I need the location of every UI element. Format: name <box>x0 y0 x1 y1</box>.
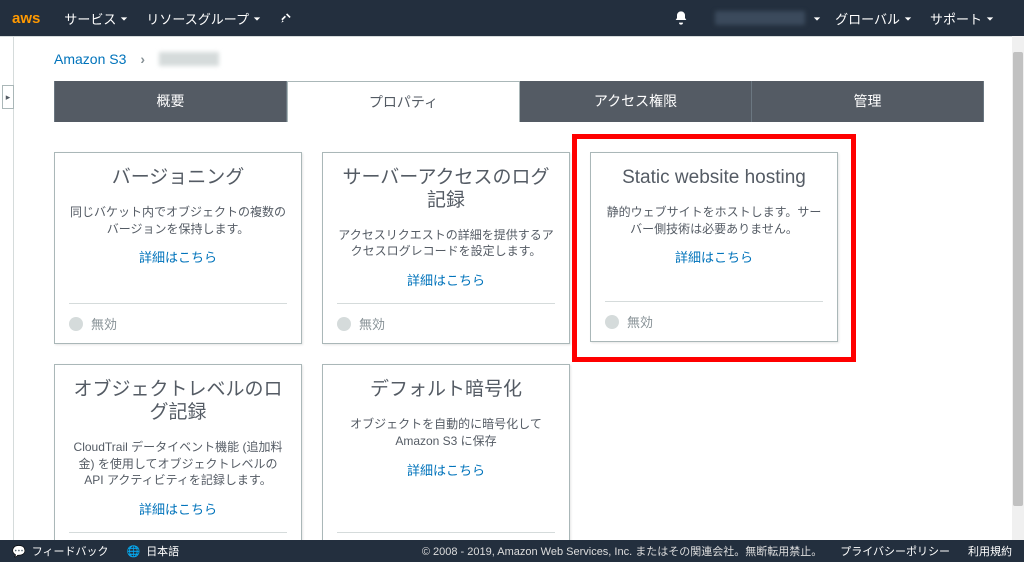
card-static-website-hosting[interactable]: Static website hosting 静的ウェブサイトをホストします。サ… <box>590 152 838 342</box>
notifications-icon[interactable] <box>673 10 689 26</box>
card-status: 無効 <box>605 301 823 331</box>
pin-icon[interactable] <box>279 11 293 25</box>
tab-management[interactable]: 管理 <box>752 81 984 122</box>
breadcrumb-bucket[interactable] <box>159 52 219 66</box>
card-desc: 静的ウェブサイトをホストします。サーバー側技術は必要ありません。 <box>605 204 823 238</box>
region-label: グローバル <box>835 9 900 28</box>
card-status: 無効 <box>337 532 555 540</box>
properties-cards: バージョニング 同じバケット内でオブジェクトの複数のバージョンを保持します。 詳… <box>14 122 1024 540</box>
side-panel-collapsed: ▸ <box>0 37 14 540</box>
card-default-encryption[interactable]: デフォルト暗号化 オブジェクトを自動的に暗号化して Amazon S3 に保存 … <box>322 364 570 540</box>
card-title: サーバーアクセスのログ記録 <box>337 167 555 213</box>
card-title: オブジェクトレベルのログ記録 <box>69 379 287 425</box>
region-menu[interactable]: グローバル <box>835 9 912 28</box>
card-title: デフォルト暗号化 <box>337 379 555 402</box>
card-static-website-hosting-wrapper: Static website hosting 静的ウェブサイトをホストします。サ… <box>590 152 838 344</box>
tab-overview[interactable]: 概要 <box>54 81 287 122</box>
breadcrumb-separator: › <box>140 51 145 67</box>
status-text: 無効 <box>91 314 117 333</box>
card-learn-more-link[interactable]: 詳細はこちら <box>69 247 287 266</box>
language-selector[interactable]: 🌐 日本語 <box>126 543 179 559</box>
card-desc: CloudTrail データイベント機能 (追加料金) を使用してオブジェクトレ… <box>69 439 287 489</box>
card-server-access-logging[interactable]: サーバーアクセスのログ記録 アクセスリクエストの詳細を提供するアクセスログレコー… <box>322 152 570 344</box>
main-area: Amazon S3 › 概要 プロパティ アクセス権限 管理 バージョニング 同… <box>14 37 1024 540</box>
status-dot-icon <box>69 317 83 331</box>
services-menu[interactable]: サービス <box>64 9 128 28</box>
card-title: Static website hosting <box>605 167 823 190</box>
breadcrumb-service[interactable]: Amazon S3 <box>54 51 126 67</box>
feedback-label: フィードバック <box>32 543 109 559</box>
card-status: 無効 <box>69 532 287 540</box>
content-wrap: ▸ Amazon S3 › 概要 プロパティ アクセス権限 管理 バージョニング… <box>0 36 1024 540</box>
bucket-tabs: 概要 プロパティ アクセス権限 管理 <box>54 81 984 122</box>
globe-icon: 🌐 <box>126 545 140 558</box>
support-menu[interactable]: サポート <box>930 9 994 28</box>
status-dot-icon <box>605 315 619 329</box>
speech-bubble-icon: 💬 <box>12 545 26 558</box>
card-title: バージョニング <box>69 167 287 190</box>
feedback-link[interactable]: 💬 フィードバック <box>12 543 108 559</box>
terms-link[interactable]: 利用規約 <box>968 543 1012 559</box>
card-desc: 同じバケット内でオブジェクトの複数のバージョンを保持します。 <box>69 204 287 238</box>
card-desc: アクセスリクエストの詳細を提供するアクセスログレコードを設定します。 <box>337 227 555 261</box>
services-label: サービス <box>64 9 116 28</box>
account-name[interactable] <box>715 11 805 25</box>
card-status: 無効 <box>69 303 287 333</box>
card-learn-more-link[interactable]: 詳細はこちら <box>337 460 555 479</box>
status-dot-icon <box>337 317 351 331</box>
language-label: 日本語 <box>146 543 179 559</box>
expand-side-panel-button[interactable]: ▸ <box>2 85 14 109</box>
card-learn-more-link[interactable]: 詳細はこちら <box>337 270 555 289</box>
copyright-text: © 2008 - 2019, Amazon Web Services, Inc.… <box>422 543 822 559</box>
status-text: 無効 <box>627 312 653 331</box>
card-versioning[interactable]: バージョニング 同じバケット内でオブジェクトの複数のバージョンを保持します。 詳… <box>54 152 302 344</box>
support-label: サポート <box>930 9 982 28</box>
resource-groups-label: リソースグループ <box>146 9 249 28</box>
chevron-down-icon <box>813 11 821 26</box>
breadcrumb: Amazon S3 › <box>14 37 1024 81</box>
chevron-down-icon <box>120 11 128 26</box>
tab-properties[interactable]: プロパティ <box>287 81 520 122</box>
card-object-level-logging[interactable]: オブジェクトレベルのログ記録 CloudTrail データイベント機能 (追加料… <box>54 364 302 540</box>
tab-permissions[interactable]: アクセス権限 <box>520 81 752 122</box>
status-text: 無効 <box>359 314 385 333</box>
resource-groups-menu[interactable]: リソースグループ <box>146 9 261 28</box>
chevron-down-icon <box>904 11 912 26</box>
scrollbar-thumb[interactable] <box>1013 52 1023 506</box>
aws-logo[interactable]: aws <box>12 10 40 27</box>
privacy-link[interactable]: プライバシーポリシー <box>840 543 950 559</box>
card-status: 無効 <box>337 303 555 333</box>
card-learn-more-link[interactable]: 詳細はこちら <box>605 247 823 266</box>
aws-topbar: aws サービス リソースグループ グローバル サポート <box>0 0 1024 36</box>
scrollbar[interactable] <box>1012 36 1024 540</box>
chevron-down-icon <box>253 11 261 26</box>
card-learn-more-link[interactable]: 詳細はこちら <box>69 499 287 518</box>
card-desc: オブジェクトを自動的に暗号化して Amazon S3 に保存 <box>337 416 555 450</box>
footer: 💬 フィードバック 🌐 日本語 © 2008 - 2019, Amazon We… <box>0 540 1024 562</box>
chevron-down-icon <box>986 11 994 26</box>
